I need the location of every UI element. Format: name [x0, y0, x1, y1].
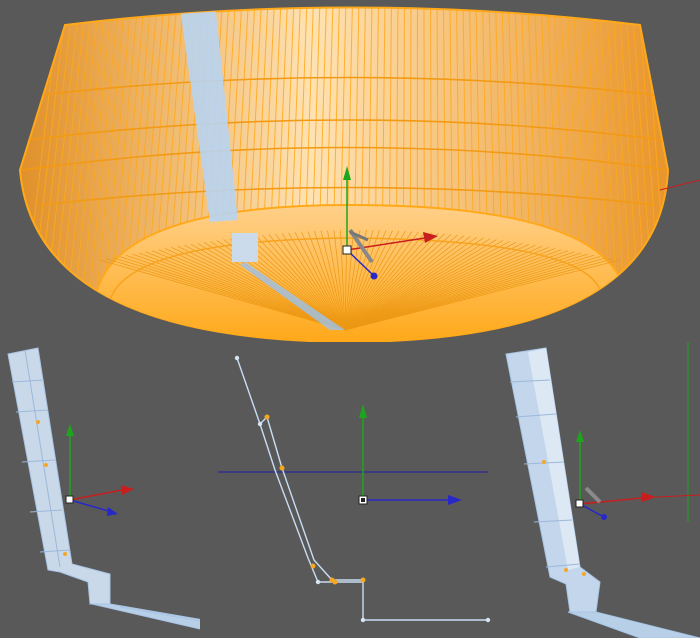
move-gizmo-icon[interactable] — [65, 424, 134, 516]
selected-strip-bottom — [232, 233, 258, 262]
bowl-wireframe-canvas[interactable] — [0, 0, 700, 342]
move-gizmo-icon[interactable] — [358, 404, 462, 505]
viewport-spline-profile[interactable] — [200, 342, 500, 638]
move-gizmo-icon[interactable] — [575, 430, 656, 520]
right-profile-canvas[interactable] — [500, 342, 700, 638]
left-profile-canvas[interactable] — [0, 342, 200, 638]
profile-strip-surface[interactable] — [7, 347, 111, 605]
viewport-right-profile[interactable] — [500, 342, 700, 638]
spline-canvas[interactable] — [200, 342, 500, 638]
profile-floor-strip — [567, 611, 700, 638]
profile-floor-strip — [91, 603, 200, 630]
viewport-perspective[interactable] — [0, 0, 700, 342]
viewport-left-profile[interactable] — [0, 342, 200, 638]
